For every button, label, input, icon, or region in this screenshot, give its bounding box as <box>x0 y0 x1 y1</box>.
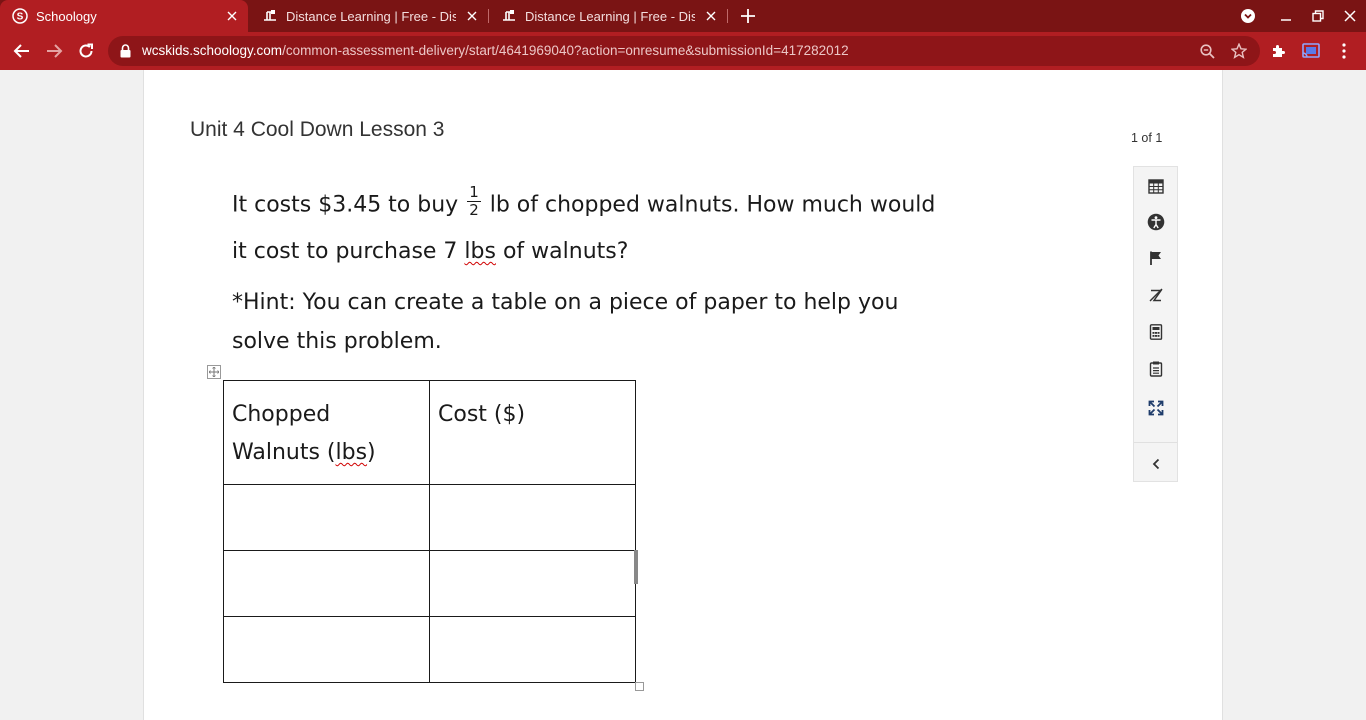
assessment-tool-panel <box>1133 166 1178 482</box>
tab-separator <box>727 9 728 23</box>
close-tab-icon[interactable] <box>224 8 240 24</box>
bookmark-star-icon[interactable] <box>1230 42 1248 60</box>
back-button[interactable] <box>10 39 34 63</box>
tab-title: Distance Learning | Free - Distan <box>525 8 695 24</box>
restore-icon[interactable] <box>1308 6 1328 26</box>
assessment-title: Unit 4 Cool Down Lesson 3 <box>190 118 445 141</box>
question-text-segment: lb of chopped walnuts. How much would <box>482 192 936 218</box>
question-pager: 1 of 1 <box>1131 131 1163 145</box>
browser-toolbar: wcskids.schoology.com/common-assessment-… <box>0 32 1366 70</box>
fullscreen-icon[interactable] <box>1145 397 1167 419</box>
calendar-icon[interactable] <box>1145 175 1167 197</box>
page-content: Unit 4 Cool Down Lesson 3 1 of 1 It cost… <box>0 70 1366 720</box>
table-row <box>223 616 636 683</box>
table-cell[interactable] <box>223 484 430 551</box>
question-line-2: it cost to purchase 7 lbs of walnuts? <box>232 239 628 264</box>
fraction-one-half: 12 <box>467 184 481 219</box>
tab-distance-learning-2[interactable]: Distance Learning | Free - Distan <box>489 0 727 32</box>
question-text-segment: it cost to purchase 7 <box>232 239 465 264</box>
calculator-icon[interactable] <box>1145 321 1167 343</box>
header-text: ) <box>367 440 376 465</box>
table-header-row: Chopped Walnuts (lbs) Cost ($) <box>223 380 636 485</box>
header-text: Chopped <box>232 402 331 427</box>
forward-button[interactable] <box>42 39 66 63</box>
address-bar[interactable]: wcskids.schoology.com/common-assessment-… <box>108 36 1260 66</box>
column-resize-grip[interactable] <box>634 550 638 584</box>
tab-title: Distance Learning | Free - Distan <box>286 8 456 24</box>
hint-line-1: *Hint: You can create a table on a piece… <box>232 290 899 315</box>
url-text: wcskids.schoology.com/common-assessment-… <box>142 43 849 58</box>
close-window-icon[interactable] <box>1340 6 1360 26</box>
url-path: /common-assessment-delivery/start/464196… <box>282 43 849 58</box>
reload-button[interactable] <box>74 39 98 63</box>
extensions-icon[interactable] <box>1267 39 1291 63</box>
fraction-denominator: 2 <box>469 201 479 219</box>
table-cell[interactable] <box>429 616 636 683</box>
notepad-icon[interactable] <box>1145 358 1167 380</box>
assessment-sheet: Unit 4 Cool Down Lesson 3 1 of 1 It cost… <box>143 70 1223 720</box>
strikethrough-icon[interactable] <box>1145 284 1167 306</box>
table-cell[interactable] <box>223 550 430 617</box>
minimize-icon[interactable] <box>1276 6 1296 26</box>
new-tab-button[interactable] <box>738 6 758 26</box>
flag-icon[interactable] <box>1145 247 1167 269</box>
fraction-numerator: 1 <box>467 183 481 202</box>
question-text-segment: of walnuts? <box>495 239 629 264</box>
table-cell[interactable] <box>223 616 430 683</box>
table-cell[interactable] <box>429 484 636 551</box>
question-text-segment: It costs $3.45 to buy <box>232 192 466 218</box>
table-cell[interactable] <box>429 550 636 617</box>
lock-icon <box>120 44 131 63</box>
table-resize-handle[interactable] <box>635 682 644 691</box>
zoom-icon[interactable] <box>1198 42 1216 60</box>
hint-line-2: solve this problem. <box>232 329 442 354</box>
question-line-1: It costs $3.45 to buy 12 lb of chopped w… <box>232 184 936 223</box>
tab-search-icon[interactable] <box>1238 6 1258 26</box>
table-row <box>223 484 636 551</box>
spellcheck-word: lbs <box>464 239 496 264</box>
svg-text:S: S <box>17 12 24 23</box>
walnuts-table: Chopped Walnuts (lbs) Cost ($) <box>223 380 636 683</box>
table-row <box>223 550 636 617</box>
distance-learning-icon <box>262 8 278 24</box>
spellcheck-word: lbs <box>335 440 368 465</box>
panel-divider <box>1134 442 1177 443</box>
close-tab-icon[interactable] <box>703 8 719 24</box>
url-host: wcskids.schoology.com <box>142 43 283 58</box>
tab-title: Schoology <box>36 8 97 24</box>
distance-learning-icon <box>501 8 517 24</box>
collapse-chevron-icon[interactable] <box>1145 453 1167 475</box>
browser-tab-strip: S Schoology Distance Learning | Free - D… <box>0 0 1366 32</box>
chrome-menu-icon[interactable] <box>1332 39 1356 63</box>
tab-schoology[interactable]: S Schoology <box>0 0 248 32</box>
accessibility-icon[interactable] <box>1145 211 1167 233</box>
close-tab-icon[interactable] <box>464 8 480 24</box>
table-move-handle-icon[interactable] <box>207 365 221 379</box>
schoology-icon: S <box>12 8 28 24</box>
header-cell-walnuts[interactable]: Chopped Walnuts (lbs) <box>223 380 430 485</box>
cast-icon[interactable] <box>1299 39 1323 63</box>
tab-distance-learning-1[interactable]: Distance Learning | Free - Distan <box>250 0 488 32</box>
header-text: Walnuts ( <box>232 440 336 465</box>
header-cell-cost[interactable]: Cost ($) <box>429 380 636 485</box>
header-text: Cost ($) <box>438 402 526 427</box>
